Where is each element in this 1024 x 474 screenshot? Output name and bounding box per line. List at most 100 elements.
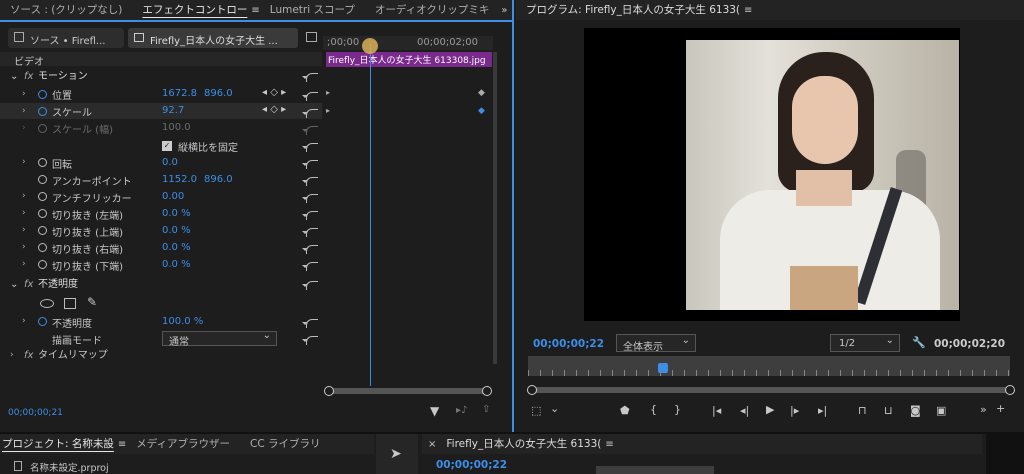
chevron-right-icon[interactable]: › [22, 316, 26, 326]
close-icon[interactable]: × [428, 439, 436, 450]
chevron-right-icon[interactable]: › [22, 106, 26, 116]
vertical-scrollbar[interactable] [493, 52, 497, 364]
position-x[interactable]: 1672.8 [162, 88, 197, 99]
program-zoom-bar[interactable] [527, 385, 1015, 395]
marquee-select-icon[interactable]: ⬚ [531, 404, 541, 417]
reset-icon[interactable] [302, 143, 318, 152]
tab-sequence[interactable]: Firefly_日本人の女子大生 6133( [436, 434, 611, 454]
opacity-value[interactable]: 100.0 % [162, 316, 203, 327]
play-icon[interactable]: ▶ [766, 403, 774, 416]
fx-badge[interactable]: fx [24, 68, 33, 85]
tab-cc-libraries[interactable]: CC ライブラリ [240, 434, 331, 454]
keyframe-nav-icon[interactable]: ◂ ◇ ▸ [262, 87, 286, 98]
extract-icon[interactable]: ⊔ [884, 404, 893, 417]
chevron-right-icon[interactable]: › [22, 208, 26, 218]
tab-audio-mixer[interactable]: オーディオクリップミキ [365, 0, 500, 20]
ellipse-mask-icon[interactable] [40, 299, 54, 308]
stopwatch-icon[interactable] [38, 175, 47, 184]
resolution-select[interactable]: 1/2 ⌄ [830, 334, 900, 352]
toggle-timeline-icon[interactable] [306, 32, 317, 42]
fit-select[interactable]: 全体表示 ⌄ [616, 334, 696, 353]
pen-mask-icon[interactable]: ✎ [87, 295, 97, 309]
crop-top-value[interactable]: 0.0 % [162, 225, 191, 236]
timeline-ruler[interactable] [596, 466, 714, 474]
reset-icon[interactable] [302, 160, 318, 169]
anchor-x[interactable]: 1152.0 [162, 174, 197, 185]
keyframe-icon[interactable]: ◆ [478, 106, 485, 116]
program-time-ruler[interactable] [528, 356, 1010, 376]
crop-left-value[interactable]: 0.0 % [162, 208, 191, 219]
go-to-out-icon[interactable]: ▸| [818, 404, 827, 417]
tab-effect-controls[interactable]: エフェクトコントロー [132, 0, 257, 20]
reset-icon[interactable] [302, 73, 318, 82]
uniform-scale-checkbox[interactable]: ✓ [162, 141, 172, 151]
current-time[interactable]: 00;00;00;21 [8, 408, 63, 418]
play-audio-icon[interactable]: ▸♪ [456, 405, 467, 416]
keyframe-nav-icon[interactable]: ◂ ◇ ▸ [262, 104, 286, 115]
step-forward-icon[interactable]: |▸ [790, 404, 799, 417]
fx-badge[interactable]: fx [24, 347, 33, 364]
keyframe-icon[interactable]: ◆ [478, 88, 485, 98]
anchor-y[interactable]: 896.0 [204, 174, 233, 185]
source-clip-tab[interactable]: ソース • Firefl... [8, 28, 124, 48]
position-y[interactable]: 896.0 [204, 88, 233, 99]
tab-lumetri[interactable]: Lumetri スコープ [260, 0, 365, 20]
stopwatch-icon[interactable] [38, 158, 47, 167]
clip-bar[interactable]: Firefly_日本人の女子大生 613308.jpg [326, 52, 492, 67]
export-icon[interactable]: ⇪ [482, 404, 490, 415]
motion-section[interactable]: ⌄ fx モーション [8, 68, 324, 85]
zoom-handle-left[interactable] [324, 386, 334, 396]
reset-icon[interactable] [302, 194, 318, 203]
chevron-right-icon[interactable]: › [22, 191, 26, 201]
reset-icon[interactable] [302, 211, 318, 220]
zoom-scrollbar[interactable] [324, 386, 492, 396]
rotation-value[interactable]: 0.0 [162, 157, 178, 168]
reset-icon[interactable] [302, 177, 318, 186]
chevron-right-icon[interactable]: › [22, 89, 26, 99]
panel-overflow-icon[interactable]: » [501, 5, 507, 16]
mark-out-icon[interactable]: } [674, 403, 681, 416]
reset-icon[interactable] [302, 92, 318, 101]
zoom-handle-right[interactable] [1005, 385, 1015, 395]
tab-media-browser[interactable]: メディアブラウザー [126, 434, 240, 454]
lift-icon[interactable]: ⊓ [858, 404, 867, 417]
clip-tab[interactable]: Firefly_日本人の女子大生 ... [128, 28, 298, 48]
flicker-value[interactable]: 0.00 [162, 191, 184, 202]
zoom-handle-left[interactable] [527, 385, 537, 395]
stopwatch-icon[interactable] [38, 260, 47, 269]
add-button-icon[interactable]: + [996, 402, 1005, 415]
stopwatch-icon[interactable] [38, 90, 47, 99]
stopwatch-icon[interactable] [38, 209, 47, 218]
zoom-handle-right[interactable] [482, 386, 492, 396]
reset-icon[interactable] [302, 281, 318, 290]
mark-in-icon[interactable]: { [650, 403, 657, 416]
go-to-in-icon[interactable]: |◂ [712, 404, 721, 417]
stopwatch-icon[interactable] [38, 192, 47, 201]
chevron-down-icon[interactable]: ⌄ [10, 276, 18, 293]
hamburger-icon[interactable]: ≡ [744, 5, 752, 16]
program-playhead[interactable] [658, 363, 668, 373]
playhead-handle[interactable] [362, 38, 378, 54]
chevron-right-icon[interactable]: › [10, 347, 14, 364]
reset-icon[interactable] [302, 109, 318, 118]
tab-project[interactable]: プロジェクト: 名称未設 [0, 434, 124, 454]
stopwatch-icon[interactable] [38, 107, 47, 116]
hamburger-icon[interactable]: ≡ [118, 439, 126, 450]
reset-icon[interactable] [302, 336, 318, 345]
comparison-icon[interactable]: ▣ [936, 404, 946, 417]
stopwatch-icon[interactable] [38, 243, 47, 252]
fx-badge[interactable]: fx [24, 276, 33, 293]
tab-program[interactable]: プログラム: Firefly_日本人の女子大生 6133( [516, 0, 750, 20]
time-remap-section[interactable]: › fx タイムリマップ [8, 347, 324, 364]
blend-mode-select[interactable]: 通常 ⌄ [162, 330, 277, 348]
chevron-right-icon[interactable]: › [22, 225, 26, 235]
chevron-right-icon[interactable]: › [22, 242, 26, 252]
mini-time-ruler[interactable]: ;00;00 00;00;02;00 [323, 36, 493, 50]
wrench-icon[interactable]: 🔧 [912, 336, 926, 349]
opacity-section[interactable]: ⌄ fx 不透明度 [8, 276, 324, 293]
selection-tool-icon[interactable]: ➤ [390, 446, 402, 462]
marker-icon[interactable]: ⬟ [620, 404, 630, 417]
program-current-time[interactable]: 00;00;00;22 [533, 338, 604, 350]
crop-bottom-value[interactable]: 0.0 % [162, 259, 191, 270]
filter-icon[interactable]: ▼ [430, 404, 439, 418]
